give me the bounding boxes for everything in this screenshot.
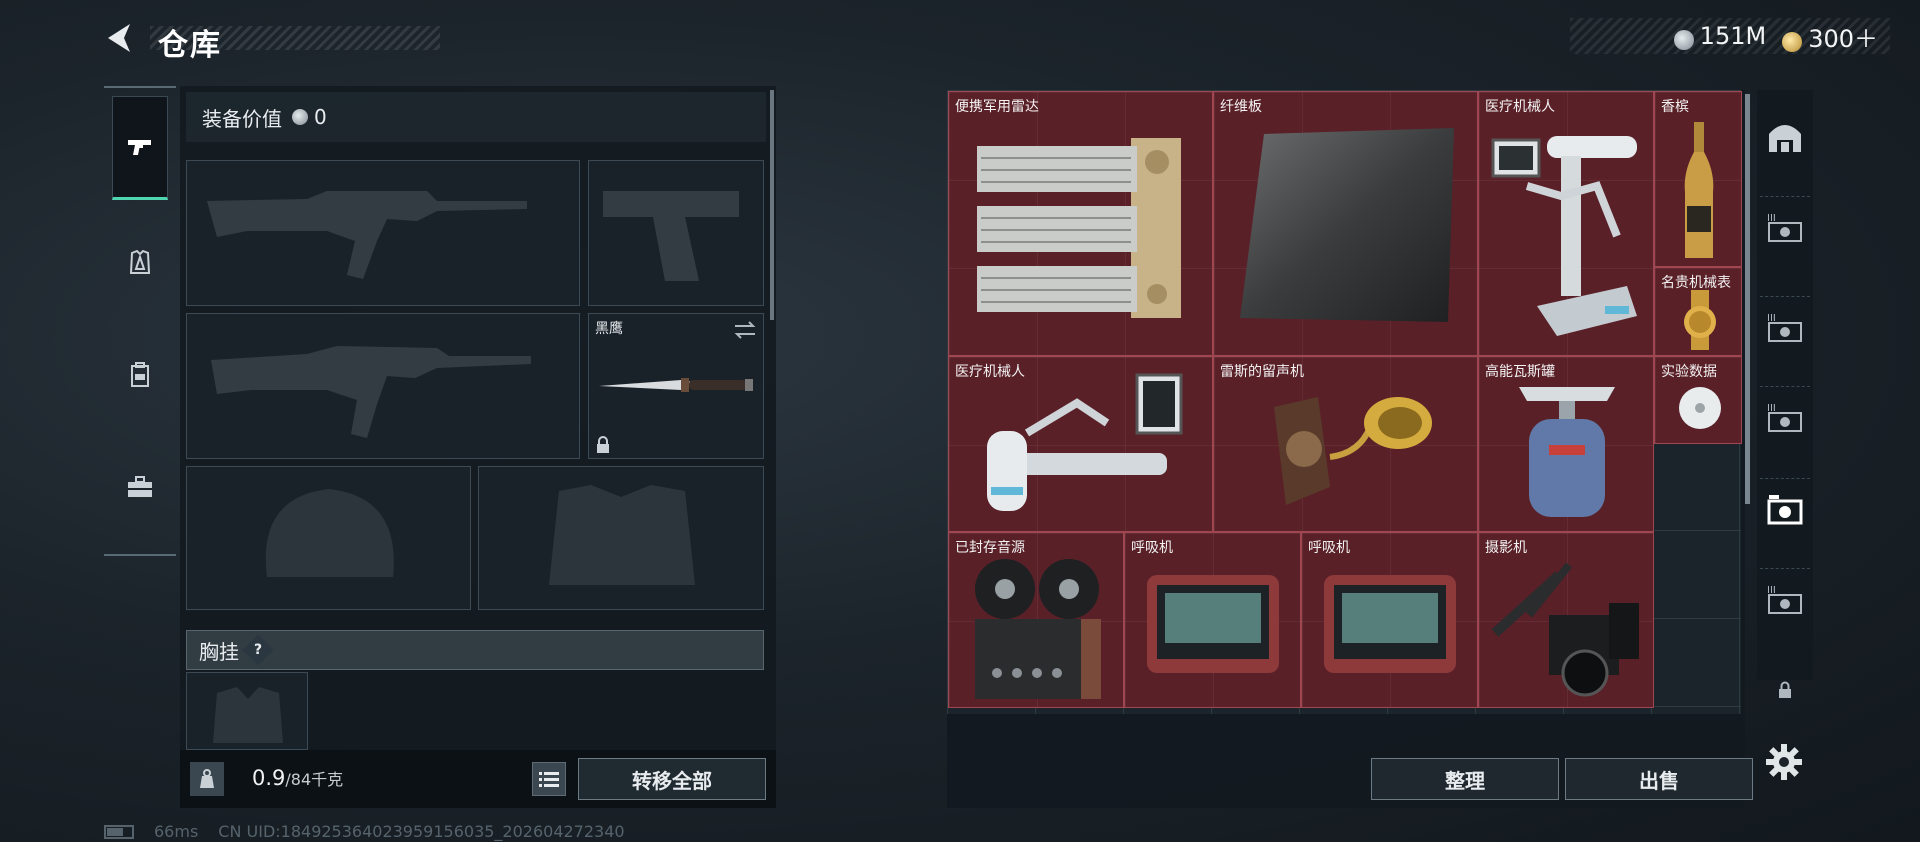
camera-icon bbox=[1491, 562, 1639, 697]
vest-silhouette-icon bbox=[549, 485, 695, 585]
stash-item-camera[interactable]: 摄影机 bbox=[1478, 532, 1654, 708]
toolbox-icon bbox=[128, 476, 152, 497]
gramophone-icon bbox=[1274, 397, 1432, 505]
gas-tank-icon bbox=[1519, 387, 1615, 517]
silver-coin-icon bbox=[292, 109, 308, 125]
gold-currency[interactable]: 300＋ bbox=[1782, 19, 1878, 54]
stash-item-gas-tank[interactable]: 高能瓦斯罐 bbox=[1478, 356, 1654, 532]
rifle-silhouette-icon bbox=[207, 191, 527, 279]
weight-max: /84千克 bbox=[285, 770, 344, 789]
body-armor-slot[interactable] bbox=[478, 466, 764, 610]
status-line: 66ms CN UID:184925364023959156035_202604… bbox=[104, 822, 625, 841]
rail-container-1[interactable]: III bbox=[1760, 196, 1810, 256]
radar-icon bbox=[977, 138, 1181, 318]
chest-rig-label: 胸挂 bbox=[199, 639, 239, 664]
disc-icon bbox=[1679, 387, 1721, 429]
stash-item-medical-robot-upright[interactable]: 医疗机械人 bbox=[1478, 91, 1654, 356]
stash-item-ventilator-1[interactable]: 呼吸机 bbox=[1124, 532, 1301, 708]
weight-icon bbox=[190, 762, 224, 796]
primary-weapon-slot[interactable] bbox=[186, 160, 580, 306]
helmet-silhouette-icon bbox=[265, 489, 394, 577]
list-icon bbox=[539, 772, 559, 787]
tab-toolbox[interactable] bbox=[112, 452, 168, 522]
settings-gear-icon[interactable] bbox=[1764, 742, 1804, 782]
stash-item-champagne[interactable]: 香槟 bbox=[1654, 91, 1742, 267]
ventilator-icon bbox=[1324, 575, 1456, 673]
pistol-silhouette-icon bbox=[603, 191, 739, 281]
currency-bar: 151M 300＋ bbox=[1570, 18, 1890, 54]
transfer-all-button[interactable]: 转移全部 bbox=[578, 758, 766, 800]
lock-icon bbox=[1779, 681, 1791, 698]
stash-item-gramophone[interactable]: 雷斯的留声机 bbox=[1213, 356, 1478, 532]
lock-icon bbox=[597, 436, 609, 453]
rail-locked-slot[interactable] bbox=[1760, 670, 1810, 710]
reel-recorder-icon bbox=[975, 559, 1101, 699]
equipment-value-label: 装备价值 bbox=[202, 106, 282, 131]
rifle-silhouette-icon bbox=[211, 346, 531, 438]
equipment-scrollbar[interactable] bbox=[770, 90, 774, 320]
backpack-icon bbox=[131, 362, 149, 387]
melee-item-name: 黑鹰 bbox=[595, 321, 623, 337]
tab-armor[interactable] bbox=[112, 228, 168, 298]
armor-icon bbox=[129, 249, 151, 274]
melee-slot[interactable]: 黑鹰 bbox=[588, 313, 764, 459]
ping-readout: 66ms bbox=[154, 822, 199, 841]
sidearm-slot[interactable] bbox=[588, 160, 764, 306]
chest-rig-silhouette-icon bbox=[213, 687, 283, 743]
gold-amount: 300＋ bbox=[1808, 24, 1878, 53]
equipment-value-row: 装备价值 0 bbox=[186, 92, 766, 142]
stash-item-sealed-audio[interactable]: 已封存音源 bbox=[948, 532, 1124, 708]
container-selected-icon bbox=[1767, 494, 1803, 524]
rail-container-selected[interactable] bbox=[1760, 478, 1810, 538]
container-tier3-icon: III bbox=[1767, 313, 1802, 342]
ventilator-icon bbox=[1147, 575, 1279, 673]
chest-rig-header: 胸挂 ? bbox=[186, 630, 764, 670]
page-title: 仓库 bbox=[158, 28, 222, 63]
helmet-slot[interactable] bbox=[186, 466, 471, 610]
stash-item-medical-robot-sideways[interactable]: 医疗机械人 bbox=[948, 356, 1213, 532]
pistol-icon bbox=[128, 140, 151, 155]
weight-current: 0.9 bbox=[252, 766, 286, 790]
help-icon[interactable]: ? bbox=[242, 634, 274, 666]
tab-weapons[interactable] bbox=[112, 96, 168, 200]
rail-vault[interactable] bbox=[1760, 106, 1810, 166]
container-tier3-icon: III bbox=[1767, 213, 1802, 242]
medical-robot-icon bbox=[1491, 136, 1637, 336]
secondary-weapon-slot[interactable] bbox=[186, 313, 580, 459]
equipment-value: 0 bbox=[314, 105, 327, 129]
silver-amount: 151M bbox=[1699, 22, 1767, 50]
champagne-bottle-icon bbox=[1684, 122, 1714, 258]
organize-button[interactable]: 整理 bbox=[1371, 758, 1559, 800]
sell-button[interactable]: 出售 bbox=[1565, 758, 1753, 800]
knife-icon bbox=[599, 378, 753, 392]
rail-container-2[interactable]: III bbox=[1760, 296, 1810, 356]
swap-icon[interactable] bbox=[733, 320, 757, 340]
tab-backpack[interactable] bbox=[112, 340, 168, 410]
rail-container-3[interactable]: III bbox=[1760, 386, 1810, 446]
silver-coin-icon bbox=[1673, 29, 1694, 50]
stash-item-ventilator-2[interactable]: 呼吸机 bbox=[1301, 532, 1478, 708]
back-arrow-icon[interactable] bbox=[100, 18, 140, 58]
stash-item-radar[interactable]: 便携军用雷达 bbox=[948, 91, 1213, 356]
uid-readout: CN UID:184925364023959156035_20260427234… bbox=[218, 822, 625, 841]
silver-currency: 151M bbox=[1673, 22, 1767, 50]
list-view-button[interactable] bbox=[532, 762, 566, 796]
gold-coin-icon bbox=[1782, 32, 1803, 52]
container-tier3-icon: III bbox=[1767, 585, 1802, 614]
weight-readout: 0.9/84千克 bbox=[252, 766, 343, 790]
rail-container-4[interactable]: III bbox=[1760, 568, 1810, 628]
equipment-tab-rail bbox=[104, 86, 176, 556]
fiberboard-icon bbox=[1240, 128, 1454, 322]
stash-item-fiberboard[interactable]: 纤维板 bbox=[1213, 91, 1478, 356]
stash-scrollbar[interactable] bbox=[1745, 94, 1750, 504]
vault-icon bbox=[1769, 125, 1801, 152]
medical-robot-icon bbox=[987, 373, 1183, 511]
container-tier3-icon: III bbox=[1767, 403, 1802, 432]
stash-item-experiment-data[interactable]: 实验数据 bbox=[1654, 356, 1742, 444]
battery-icon bbox=[104, 824, 134, 839]
chest-rig-slot[interactable] bbox=[186, 672, 308, 750]
stash-item-luxury-watch[interactable]: 名贵机械表 bbox=[1654, 267, 1742, 356]
watch-icon bbox=[1684, 290, 1716, 350]
